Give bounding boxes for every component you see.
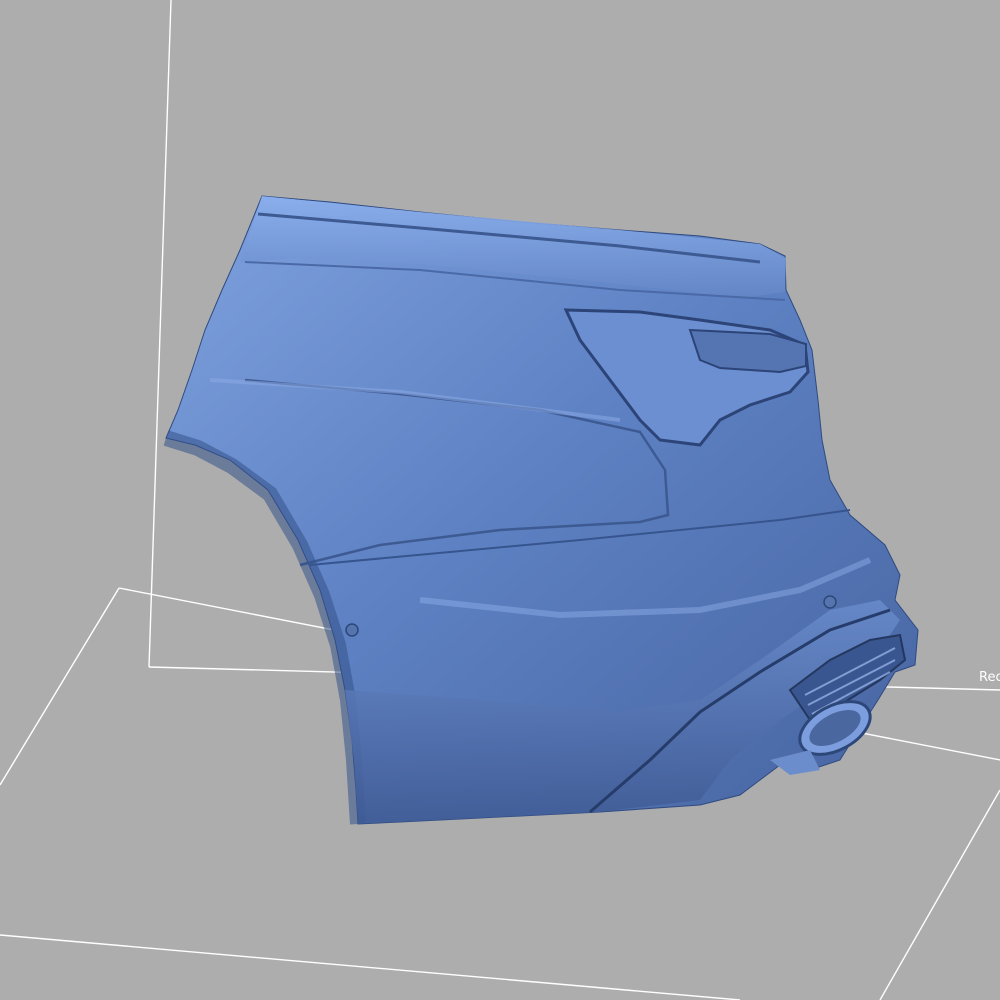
scene-canvas <box>0 0 1000 1000</box>
mesh-sensor-1 <box>345 623 359 637</box>
scanned-mesh[interactable] <box>163 195 919 825</box>
3d-viewport[interactable]: Rec <box>0 0 1000 1000</box>
mesh-sensor-2 <box>823 595 837 609</box>
